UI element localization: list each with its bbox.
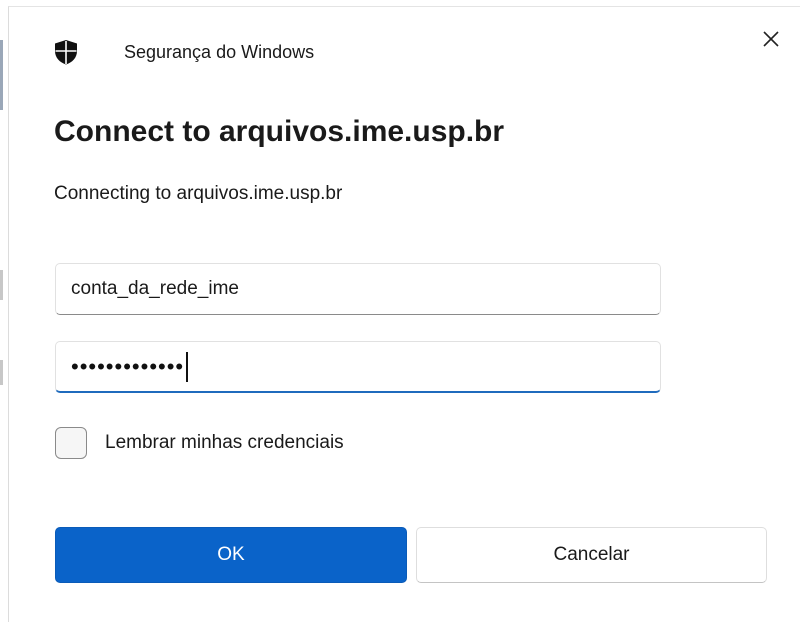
background-edge	[0, 270, 3, 300]
ok-button[interactable]: OK	[55, 527, 407, 583]
password-input[interactable]: •••••••••••••	[55, 341, 661, 393]
remember-credentials-label[interactable]: Lembrar minhas credenciais	[105, 432, 344, 454]
shield-icon	[54, 39, 78, 65]
background-edge	[0, 40, 3, 110]
password-mask: •••••••••••••	[71, 353, 185, 379]
cancel-button[interactable]: Cancelar	[416, 527, 767, 583]
text-cursor	[186, 351, 189, 382]
close-icon[interactable]	[763, 30, 779, 52]
dialog-heading: Connect to arquivos.ime.usp.br	[54, 115, 505, 148]
close-button[interactable]	[753, 23, 789, 59]
app-title: Segurança do Windows	[124, 42, 315, 62]
remember-credentials-checkbox[interactable]	[55, 427, 87, 459]
title-bar: Segurança do Windows	[9, 7, 800, 97]
dialog-subtext: Connecting to arquivos.ime.usp.br	[54, 183, 343, 204]
remember-credentials-row[interactable]: Lembrar minhas credenciais	[55, 425, 344, 461]
credential-dialog: Segurança do Windows Connect to arquivos…	[8, 6, 800, 622]
username-input[interactable]	[55, 263, 661, 315]
background-edge	[0, 360, 3, 385]
